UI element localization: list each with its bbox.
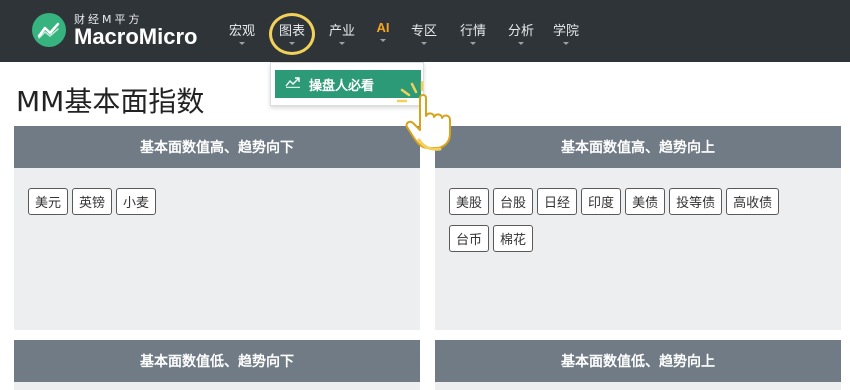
chevron-down-icon	[339, 42, 345, 45]
nav-item-analysis[interactable]: 分析	[503, 20, 539, 45]
asset-tag[interactable]: 印度	[581, 188, 622, 215]
pointing-hand-icon	[394, 80, 474, 156]
nav-item-label: 专区	[410, 24, 437, 39]
asset-tag[interactable]: 棉花	[493, 225, 534, 252]
panel-header: 基本面数值低、趋势向上	[435, 340, 841, 382]
panel-header: 基本面数值低、趋势向下	[14, 340, 420, 382]
logo[interactable]: 财经M平方 MacroMicro	[32, 10, 197, 50]
nav-item-label: 行情	[459, 24, 486, 39]
asset-tag[interactable]: 投等债	[669, 188, 723, 215]
trend-chart-icon	[285, 76, 301, 92]
nav-item-label: 产业	[328, 24, 355, 39]
panel-low-down: 基本面数值低、趋势向下	[14, 340, 420, 390]
nav-item-charts[interactable]: 图表	[274, 20, 310, 45]
panel-high-up: 基本面数值高、趋势向上 美股 台股 日经 印度 美债 投等债 高收债台币 棉花	[435, 126, 841, 330]
asset-tag[interactable]: 台币	[449, 225, 490, 252]
asset-tag[interactable]: 台股	[493, 188, 534, 215]
asset-tag[interactable]: 日经	[537, 188, 578, 215]
tag-list: 美元 英镑 小麦	[14, 168, 420, 225]
nav-item-academy[interactable]: 学院	[548, 20, 584, 45]
panel-low-up: 基本面数值低、趋势向上	[435, 340, 841, 390]
nav-item-market[interactable]: 行情	[455, 20, 491, 45]
asset-tag[interactable]: 美股	[449, 188, 490, 215]
nav-item-label: 图表	[278, 24, 305, 39]
panel-high-down: 基本面数值高、趋势向下 美元 英镑 小麦	[14, 126, 420, 330]
chevron-down-icon	[289, 42, 295, 45]
chevron-down-icon	[563, 42, 569, 45]
tag-list: 美股 台股 日经 印度 美债 投等债 高收债台币 棉花	[435, 168, 841, 262]
logo-icon	[32, 13, 66, 47]
nav-item-label: 宏观	[228, 24, 255, 39]
nav-item-label: 分析	[507, 24, 534, 39]
nav-item-industry[interactable]: 产业	[324, 20, 360, 45]
nav-item-label: AI	[376, 20, 390, 35]
asset-tag[interactable]: 美元	[28, 188, 69, 215]
asset-tag[interactable]: 英镑	[72, 188, 113, 215]
asset-tag[interactable]: 美债	[625, 188, 666, 215]
chevron-down-icon	[421, 42, 427, 45]
top-navbar: 财经M平方 MacroMicro 宏观 图表 产业 AI 专区 行情 分析 学院	[0, 0, 850, 62]
logo-wordmark: MacroMicro	[74, 23, 198, 49]
asset-tag[interactable]: 高收债	[726, 188, 780, 215]
asset-tag[interactable]: 小麦	[116, 188, 157, 215]
chevron-down-icon	[380, 39, 386, 42]
nav-item-macro[interactable]: 宏观	[224, 20, 260, 45]
page-title: MM基本面指数	[16, 85, 205, 118]
chevron-down-icon	[518, 42, 524, 45]
nav-item-label: 学院	[552, 24, 579, 39]
chevron-down-icon	[239, 42, 245, 45]
nav-item-ai[interactable]: AI	[365, 20, 401, 42]
chevron-down-icon	[470, 42, 476, 45]
dropdown-item-label: 操盘人必看	[309, 78, 375, 94]
nav-item-special[interactable]: 专区	[406, 20, 442, 45]
panel-header: 基本面数值高、趋势向上	[435, 126, 841, 168]
panel-header: 基本面数值高、趋势向下	[14, 126, 420, 168]
